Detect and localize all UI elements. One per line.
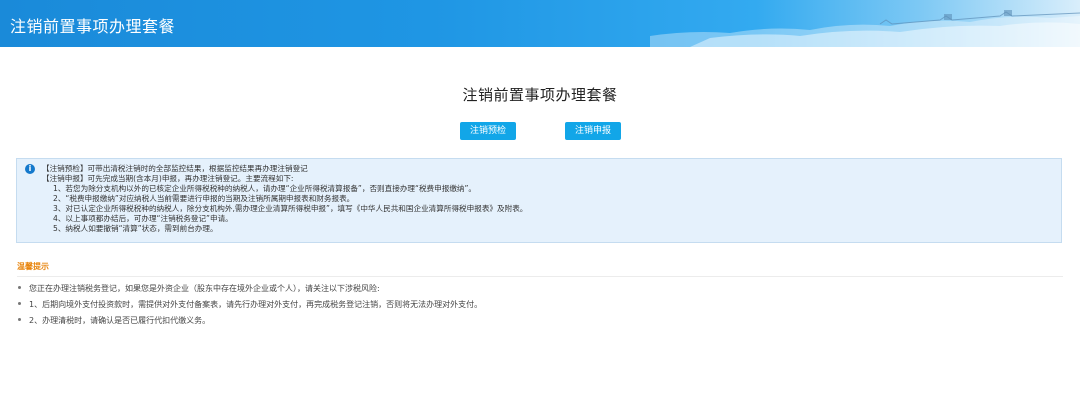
tips-title: 温馨提示 bbox=[17, 262, 49, 271]
info-step: 3、对已认定企业所得税税种的纳税人，除分支机构外,需办理企业清算所得税申报”，填… bbox=[53, 204, 528, 213]
precheck-button[interactable]: 注销预检 bbox=[460, 122, 516, 140]
info-panel: i 【注销预检】可带出清税注销时的全部监控结果，根据监控结果再办理注销登记 【注… bbox=[16, 158, 1062, 243]
page-title: 注销前置事项办理套餐 bbox=[462, 86, 618, 104]
info-line-precheck: 【注销预检】可带出清税注销时的全部监控结果，根据监控结果再办理注销登记 bbox=[42, 164, 308, 173]
tip-text: 2、办理清税时，请确认是否已履行代扣代缴义务。 bbox=[29, 316, 211, 325]
tip-text: 您正在办理注销税务登记，如果您是外资企业（股东中存在境外企业或个人），请关注以下… bbox=[29, 284, 380, 293]
info-icon: i bbox=[25, 164, 35, 174]
declare-button[interactable]: 注销申报 bbox=[565, 122, 621, 140]
tip-text: 1、后期向境外支付投资款时，需提供对外支付备案表，请先行办理对外支付，再完成税务… bbox=[29, 300, 483, 309]
bullet-icon bbox=[18, 286, 21, 289]
info-step: 4、以上事项都办结后，可办理“注销税务登记”申请。 bbox=[53, 214, 233, 223]
bullet-icon bbox=[18, 318, 21, 321]
tip-item: 您正在办理注销税务登记，如果您是外资企业（股东中存在境外企业或个人），请关注以下… bbox=[18, 284, 380, 294]
tip-item: 1、后期向境外支付投资款时，需提供对外支付备案表，请先行办理对外支付，再完成税务… bbox=[18, 300, 482, 310]
divider bbox=[17, 276, 1063, 277]
info-line-declare: 【注销申报】可先完成当期(含本月)申报，再办理注销登记。主要流程如下: bbox=[42, 174, 294, 183]
tip-item: 2、办理清税时，请确认是否已履行代扣代缴义务。 bbox=[18, 316, 210, 326]
great-wall-illustration bbox=[650, 10, 1080, 47]
banner-title: 注销前置事项办理套餐 bbox=[10, 17, 176, 36]
info-step: 2、“税费申报缴纳”对应纳税人当前需要进行申报的当期及注销所属期申报表和财务报表… bbox=[53, 194, 355, 203]
bullet-icon bbox=[18, 302, 21, 305]
info-step: 1、若您为除分支机构以外的已核定企业所得税税种的纳税人，请办理“企业所得税清算报… bbox=[53, 184, 477, 193]
top-banner: 注销前置事项办理套餐 bbox=[0, 0, 1080, 47]
info-step: 5、纳税人如要撤销“清算”状态，需到前台办理。 bbox=[53, 224, 218, 233]
